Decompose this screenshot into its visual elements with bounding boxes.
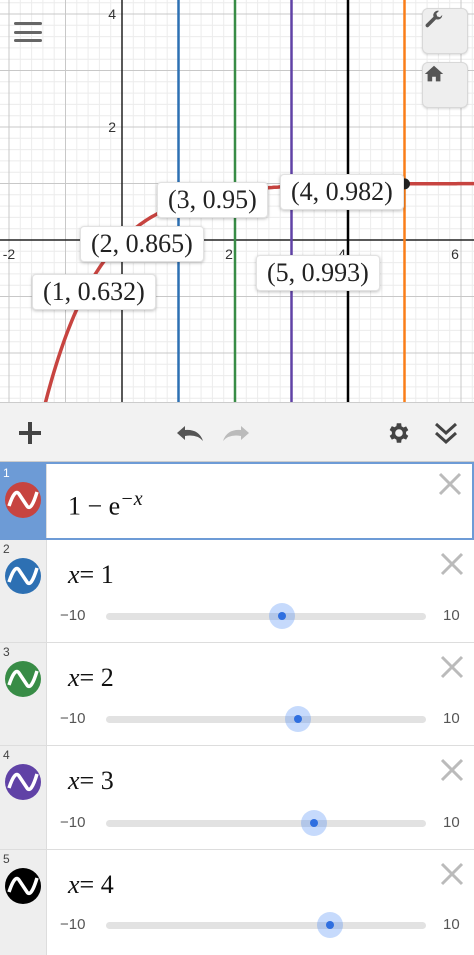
slider-max-label: 10: [443, 814, 460, 831]
expression-index: 5: [3, 852, 10, 866]
slider-thumb[interactable]: [301, 810, 327, 836]
point-label: (5, 0.993): [256, 255, 380, 291]
expression-row-4[interactable]: 4 x= 3 −10 10: [0, 746, 474, 850]
undo-icon[interactable]: [172, 417, 208, 449]
expression-gutter[interactable]: 3: [0, 643, 47, 745]
slider-thumb[interactable]: [269, 603, 295, 629]
slider-min-label: −10: [60, 916, 86, 933]
y-tick-label: 4: [108, 6, 116, 22]
point-label: (2, 0.865): [80, 226, 204, 262]
x-tick-label: 2: [225, 246, 233, 262]
point-label: (4, 0.982): [280, 174, 404, 210]
exponent: −x: [120, 488, 143, 510]
point-label: (1, 0.632): [32, 274, 156, 310]
x-tick-label: 6: [451, 246, 459, 262]
menu-icon[interactable]: [10, 16, 46, 48]
slider-max-label: 10: [443, 710, 460, 727]
delete-expression-4-icon[interactable]: [438, 756, 466, 784]
expression-input[interactable]: 1 − e−x: [68, 488, 143, 522]
expression-row-5[interactable]: 5 x= 4 −10 10: [0, 850, 474, 955]
curve-icon[interactable]: [5, 868, 41, 904]
curve-icon[interactable]: [5, 482, 41, 518]
expression-input[interactable]: x= 3: [68, 766, 114, 796]
delete-expression-3-icon[interactable]: [438, 653, 466, 681]
expression-index: 2: [3, 542, 10, 556]
wrench-icon[interactable]: [422, 8, 468, 54]
slider-max-label: 10: [443, 607, 460, 624]
expression-gutter[interactable]: 4: [0, 746, 47, 849]
expression-input[interactable]: x= 1: [68, 560, 114, 590]
gear-icon[interactable]: [382, 417, 414, 449]
x-tick-label: -2: [3, 246, 16, 262]
expression-index: 3: [3, 645, 10, 659]
expression-row-1[interactable]: 1 1 − e−x: [0, 462, 474, 540]
expression-index: 1: [3, 466, 10, 480]
slider-min-label: −10: [60, 710, 86, 727]
delete-expression-5-icon[interactable]: [438, 860, 466, 888]
slider-max-label: 10: [443, 916, 460, 933]
slider-track[interactable]: [106, 922, 426, 929]
slider-thumb[interactable]: [285, 706, 311, 732]
expression-list: 1 1 − e−x 2 x= 1 −10 10 3 x= 2 −10 10 4 …: [0, 462, 474, 955]
expression-toolbar: [0, 402, 474, 462]
slider-track[interactable]: [106, 820, 426, 827]
double-chevron-down-icon[interactable]: [430, 417, 462, 449]
expression-input[interactable]: x= 4: [68, 870, 114, 900]
slider-track[interactable]: [106, 613, 426, 620]
y-tick-label: 2: [108, 119, 116, 135]
expression-input[interactable]: x= 2: [68, 663, 114, 693]
slider-min-label: −10: [60, 814, 86, 831]
slider-thumb[interactable]: [317, 912, 343, 938]
expression-row-3[interactable]: 3 x= 2 −10 10: [0, 643, 474, 746]
graph-canvas[interactable]: -2 2 4 6 2 4 (1, 0.632) (2, 0.865) (3, 0.95) …: [0, 0, 474, 402]
expression-gutter[interactable]: 5: [0, 850, 47, 955]
plus-icon[interactable]: [14, 417, 46, 449]
redo-icon[interactable]: [218, 417, 254, 449]
delete-expression-1-icon[interactable]: [436, 470, 464, 498]
curve-icon[interactable]: [5, 558, 41, 594]
expression-gutter[interactable]: 2: [0, 540, 47, 642]
curve-icon[interactable]: [5, 661, 41, 697]
slider-min-label: −10: [60, 607, 86, 624]
expression-gutter[interactable]: 1: [0, 464, 47, 538]
expression-row-2[interactable]: 2 x= 1 −10 10: [0, 540, 474, 643]
home-icon[interactable]: [422, 62, 468, 108]
expression-index: 4: [3, 748, 10, 762]
delete-expression-2-icon[interactable]: [438, 550, 466, 578]
slider-track[interactable]: [106, 716, 426, 723]
point-label: (3, 0.95): [157, 182, 268, 218]
curve-icon[interactable]: [5, 764, 41, 800]
